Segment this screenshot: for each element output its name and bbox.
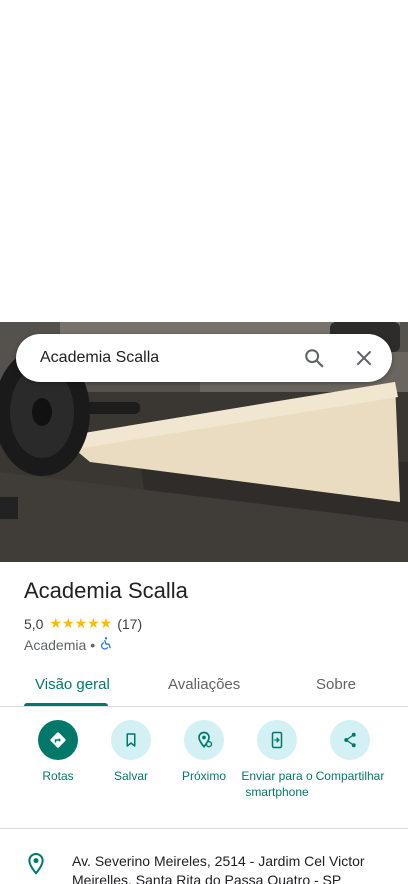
action-buttons: Rotas Salvar Próximo Enviar para o smart… [0, 720, 408, 820]
tab-reviews[interactable]: Avaliações [168, 676, 240, 693]
send-to-phone-icon [257, 720, 297, 760]
place-tabs: Visão geral Avaliações Sobre [0, 664, 408, 707]
map-blank-area [0, 0, 408, 322]
action-label: Compartilhar [315, 769, 385, 783]
directions-icon [38, 720, 78, 760]
nearby-button[interactable]: Próximo [164, 720, 244, 784]
place-title: Academia Scalla [24, 578, 188, 603]
action-label: Próximo [181, 769, 226, 783]
action-label: Rotas [42, 769, 74, 783]
place-category: Academia [24, 636, 87, 653]
share-button[interactable]: Compartilhar [310, 720, 390, 784]
tab-overview[interactable]: Visão geral [35, 676, 110, 693]
nearby-icon [184, 720, 224, 760]
search-icon[interactable] [300, 344, 328, 372]
tab-about[interactable]: Sobre [316, 676, 356, 693]
category-row: Academia • [24, 636, 113, 653]
search-bar[interactable]: Academia Scalla [16, 334, 392, 382]
send-to-phone-button[interactable]: Enviar para o smartphone [237, 720, 317, 800]
rating-value: 5,0 [24, 615, 44, 632]
action-label: Enviar para o smartphone [241, 769, 313, 799]
star-rating-icon: ★★★★★ [49, 615, 113, 631]
directions-button[interactable]: Rotas [18, 720, 98, 784]
review-count[interactable]: (17) [117, 616, 142, 632]
search-query-text[interactable]: Academia Scalla [40, 349, 300, 367]
share-icon [330, 720, 370, 760]
bookmark-icon [111, 720, 151, 760]
wheelchair-accessible-icon [99, 636, 113, 653]
address-text: Av. Severino Meireles, 2514 - Jardim Cel… [72, 853, 365, 884]
location-pin-icon [26, 852, 46, 881]
category-separator: • [90, 636, 96, 653]
save-button[interactable]: Salvar [91, 720, 171, 784]
close-icon[interactable] [350, 344, 378, 372]
section-divider [0, 828, 408, 829]
address-row[interactable]: Av. Severino Meireles, 2514 - Jardim Cel… [0, 850, 408, 884]
active-tab-indicator [24, 703, 108, 706]
action-label: Salvar [113, 769, 148, 783]
rating-row[interactable]: 5,0 ★★★★★ (17) [24, 615, 142, 632]
